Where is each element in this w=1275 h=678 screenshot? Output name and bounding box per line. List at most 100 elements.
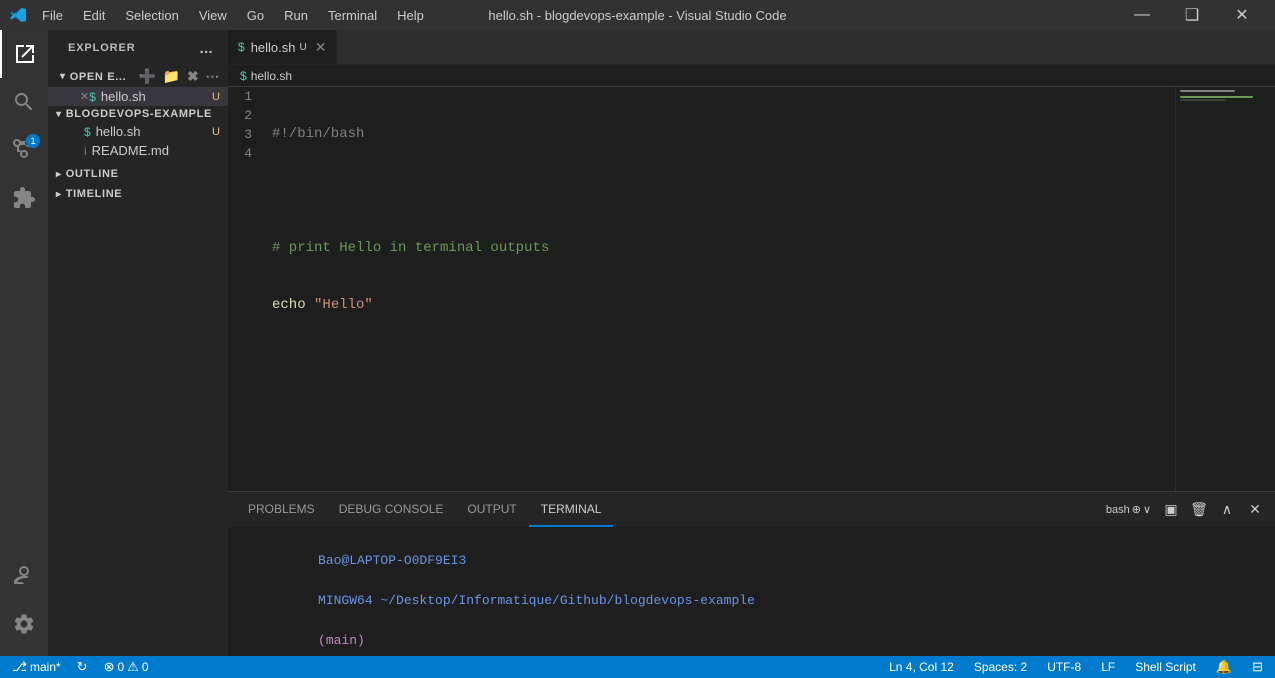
layout-icon: ⊟ xyxy=(1252,659,1263,675)
menu-bar: File Edit Selection View Go Run Terminal… xyxy=(34,6,432,25)
timeline-label: TIMELINE xyxy=(66,188,123,200)
bash-chevron-icon: ∨ xyxy=(1143,503,1151,516)
menu-edit[interactable]: Edit xyxy=(75,6,113,25)
close-file-icon[interactable]: ✕ xyxy=(80,90,89,103)
maximize-panel-icon[interactable]: ∧ xyxy=(1215,498,1239,522)
panel-tab-output[interactable]: OUTPUT xyxy=(455,492,528,527)
code-editor[interactable]: 1 2 3 4 #!/bin/bash # print Hello in ter… xyxy=(228,87,1275,491)
oe-more-icon[interactable]: ⋯ xyxy=(205,68,220,85)
git-branch-icon: ⎇ xyxy=(12,659,27,675)
project-file-hello-sh[interactable]: $ hello.sh U xyxy=(48,122,228,141)
open-file-hello-sh[interactable]: ✕ $ hello.sh U xyxy=(48,87,228,106)
status-branch-name: main* xyxy=(30,660,61,674)
activity-account[interactable] xyxy=(0,552,48,600)
status-spaces[interactable]: Spaces: 2 xyxy=(970,660,1031,674)
open-editors-section[interactable]: ▾ Open E... ➕ 📁 ✖ ⋯ xyxy=(48,66,228,87)
status-bell[interactable]: 🔔 xyxy=(1212,659,1236,675)
oe-folder-icon[interactable]: 📁 xyxy=(163,68,181,85)
tab-shell-icon: $ xyxy=(238,40,245,54)
panel-tab-problems[interactable]: PROBLEMS xyxy=(236,492,327,527)
panel-tabs: PROBLEMS DEBUG CONSOLE OUTPUT TERMINAL b… xyxy=(228,492,1275,527)
close-panel-icon[interactable]: ✕ xyxy=(1243,498,1267,522)
close-button[interactable]: ✕ xyxy=(1219,0,1265,30)
line-num-1: 1 xyxy=(236,87,252,106)
panel-tab-terminal[interactable]: TERMINAL xyxy=(529,492,614,527)
sidebar: Explorer … ▾ Open E... ➕ 📁 ✖ ⋯ ✕ $ hello xyxy=(48,30,228,656)
status-layout[interactable]: ⊟ xyxy=(1248,659,1267,675)
minimap xyxy=(1175,87,1275,491)
activity-settings[interactable] xyxy=(0,600,48,648)
status-language-text: Shell Script xyxy=(1135,660,1196,674)
code-line-4: echo "Hello" xyxy=(268,296,1175,315)
status-position[interactable]: Ln 4, Col 12 xyxy=(885,660,958,674)
menu-selection[interactable]: Selection xyxy=(117,6,186,25)
trash-terminal-icon[interactable]: 🗑 xyxy=(1187,498,1211,522)
menu-file[interactable]: File xyxy=(34,6,71,25)
open-editors-chevron: ▾ xyxy=(60,71,66,82)
status-errors[interactable]: ⊗ 0 ⚠ 0 xyxy=(100,659,153,675)
status-line-ending[interactable]: LF xyxy=(1097,660,1119,674)
menu-go[interactable]: Go xyxy=(239,6,272,25)
shell-file-icon: $ xyxy=(89,90,96,104)
menu-view[interactable]: View xyxy=(191,6,235,25)
main-layout: 1 Explorer … ▾ Open E... xyxy=(0,30,1275,656)
project-chevron: ▾ xyxy=(56,109,62,120)
sidebar-title: Explorer xyxy=(68,42,136,54)
terminal-line-1: Bao@LAPTOP-O0DF9EI3 MINGW64 ~/Desktop/In… xyxy=(240,531,1263,656)
oe-new-file-icon[interactable]: ➕ xyxy=(139,68,157,85)
activity-bar: 1 xyxy=(0,30,48,656)
code-content[interactable]: #!/bin/bash # print Hello in terminal ou… xyxy=(268,87,1175,491)
line-numbers: 1 2 3 4 xyxy=(228,87,268,491)
project-section[interactable]: ▾ BLOGDEVOPS-EXAMPLE xyxy=(48,106,228,122)
menu-help[interactable]: Help xyxy=(389,6,432,25)
activity-source-control[interactable]: 1 xyxy=(0,126,48,174)
activity-extensions[interactable] xyxy=(0,174,48,222)
bash-add-icon: ⊕ xyxy=(1132,503,1141,516)
activity-explorer[interactable] xyxy=(0,30,48,78)
source-control-badge: 1 xyxy=(26,134,40,148)
new-file-icon[interactable]: … xyxy=(197,38,216,58)
readme-file-icon: i xyxy=(84,144,87,158)
tab-hello-sh[interactable]: $ hello.sh U ✕ xyxy=(228,30,337,64)
project-file-label-1: hello.sh xyxy=(96,124,141,139)
activity-bottom xyxy=(0,552,48,656)
panel-content[interactable]: Bao@LAPTOP-O0DF9EI3 MINGW64 ~/Desktop/In… xyxy=(228,527,1275,656)
bottom-panel: PROBLEMS DEBUG CONSOLE OUTPUT TERMINAL b… xyxy=(228,491,1275,656)
code-line-1: #!/bin/bash xyxy=(268,125,1175,144)
terminal-branch-name-1: (main) xyxy=(318,633,365,648)
tab-filename: hello.sh xyxy=(251,40,296,55)
open-editors-label: Open E... xyxy=(70,71,127,83)
minimap-line-1 xyxy=(1180,90,1235,92)
new-terminal-icon[interactable]: bash ⊕ ∨ xyxy=(1102,498,1155,522)
code-line-3: # print Hello in terminal outputs xyxy=(268,239,1175,258)
status-language[interactable]: Shell Script xyxy=(1131,660,1200,674)
oe-collapse-icon[interactable]: ✖ xyxy=(187,68,199,85)
minimize-button[interactable]: — xyxy=(1119,0,1165,30)
restore-button[interactable]: ❑ xyxy=(1169,0,1215,30)
outline-section[interactable]: ▸ OUTLINE xyxy=(48,164,228,184)
status-branch[interactable]: ⎇ main* xyxy=(8,659,65,675)
line-num-3: 3 xyxy=(236,125,252,144)
menu-run[interactable]: Run xyxy=(276,6,316,25)
breadcrumb: $ hello.sh xyxy=(228,65,1275,87)
split-terminal-icon[interactable]: ▣ xyxy=(1159,498,1183,522)
line-num-4: 4 xyxy=(236,144,252,163)
outline-chevron: ▸ xyxy=(56,169,62,180)
minimap-line-4 xyxy=(1180,99,1226,101)
timeline-chevron: ▸ xyxy=(56,189,62,200)
tab-close-button[interactable]: ✕ xyxy=(315,40,327,54)
project-file-badge: U xyxy=(212,126,220,138)
menu-terminal[interactable]: Terminal xyxy=(320,6,385,25)
status-encoding[interactable]: UTF-8 xyxy=(1043,660,1085,674)
status-sync[interactable]: ↻ xyxy=(73,659,92,675)
breadcrumb-filename: hello.sh xyxy=(251,69,292,83)
shell-name: bash xyxy=(1106,504,1130,516)
project-file-readme[interactable]: i README.md xyxy=(48,141,228,160)
project-file-label-2: README.md xyxy=(92,143,169,158)
activity-search[interactable] xyxy=(0,78,48,126)
panel-tab-debug[interactable]: DEBUG CONSOLE xyxy=(327,492,456,527)
breadcrumb-file-icon: $ xyxy=(240,69,247,83)
timeline-section[interactable]: ▸ TIMELINE xyxy=(48,184,228,204)
tab-bar: $ hello.sh U ✕ xyxy=(228,30,1275,65)
open-file-label: hello.sh xyxy=(101,89,146,104)
